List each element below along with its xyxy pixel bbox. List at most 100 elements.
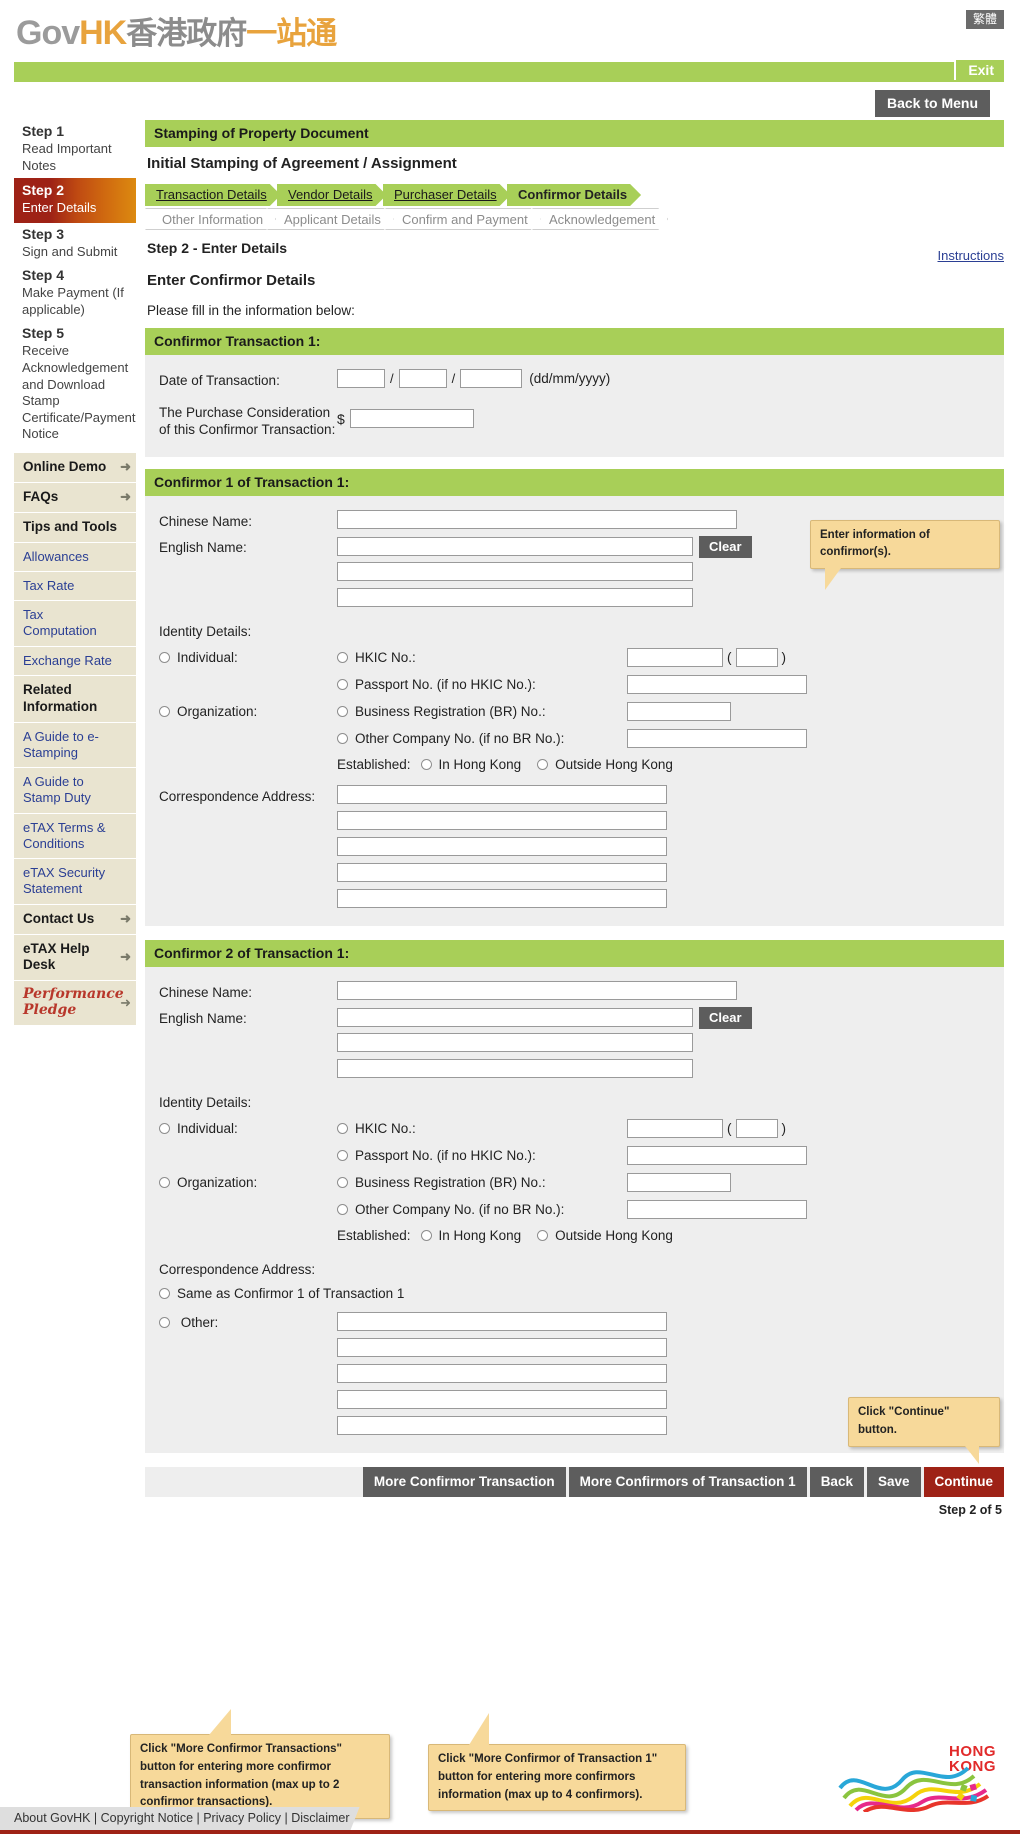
callout-confirmor-info: Enter information of confirmor(s). bbox=[810, 519, 1000, 591]
c2-address-input-5[interactable] bbox=[337, 1415, 667, 1435]
c1-address-input-4[interactable] bbox=[337, 862, 667, 882]
tab-confirmor-details[interactable]: Confirmor Details bbox=[507, 184, 641, 206]
back-button[interactable]: Back bbox=[809, 1466, 864, 1497]
tab-label: Purchaser Details bbox=[394, 187, 497, 202]
c2-individual-radio[interactable] bbox=[159, 1122, 170, 1134]
c2-other-address-label: Other: bbox=[180, 1314, 219, 1330]
c1-other-company-input[interactable] bbox=[627, 728, 807, 748]
c2-address-input-4[interactable] bbox=[337, 1389, 667, 1409]
sidebar-item-faqs[interactable]: FAQs ➜ bbox=[14, 482, 136, 513]
sidebar-item-a-guide-to-e-stamping[interactable]: A Guide to e-Stamping bbox=[14, 722, 136, 769]
tab-acknowledgement[interactable]: Acknowledgement bbox=[532, 208, 668, 230]
c1-br-radio[interactable] bbox=[337, 705, 348, 717]
c2-address-input-1[interactable] bbox=[337, 1311, 667, 1331]
arrow-right-icon: ➜ bbox=[120, 910, 131, 926]
sidebar-item-allowances[interactable]: Allowances bbox=[14, 542, 136, 572]
sidebar-item-tax-rate[interactable]: Tax Rate bbox=[14, 571, 136, 602]
c2-hkic-check-digit-input[interactable] bbox=[735, 1118, 778, 1138]
c2-other-company-input[interactable] bbox=[627, 1199, 807, 1219]
sidebar-item-related-information[interactable]: Related Information bbox=[14, 675, 136, 723]
c2-clear-button[interactable]: Clear bbox=[699, 1006, 752, 1029]
sidebar-item-exchange-rate[interactable]: Exchange Rate bbox=[14, 646, 136, 676]
c2-br-input[interactable] bbox=[627, 1172, 731, 1192]
purchase-consideration-label: The Purchase Consideration of this Confi… bbox=[159, 405, 336, 438]
c2-english-name-input-1[interactable] bbox=[337, 1008, 693, 1028]
c1-address-input-3[interactable] bbox=[337, 836, 667, 856]
purchase-consideration-input[interactable] bbox=[349, 409, 474, 428]
c2-passport-input[interactable] bbox=[627, 1145, 807, 1165]
sidebar-step-3[interactable]: Step 3 Sign and Submit bbox=[14, 223, 136, 265]
sidebar-step-1-title: Step 1 bbox=[22, 123, 65, 139]
c1-hkic-input[interactable] bbox=[627, 647, 723, 667]
c1-established-outside-hk-radio[interactable] bbox=[537, 758, 549, 770]
back-to-menu-button[interactable]: Back to Menu bbox=[874, 90, 990, 117]
c2-address-input-2[interactable] bbox=[337, 1337, 667, 1357]
c1-english-name-input-3[interactable] bbox=[337, 587, 693, 607]
tab-transaction-details[interactable]: Transaction Details bbox=[145, 184, 281, 206]
continue-button[interactable]: Continue bbox=[923, 1466, 1004, 1497]
c1-clear-button[interactable]: Clear bbox=[699, 535, 752, 558]
sidebar-step-2[interactable]: Step 2 Enter Details bbox=[14, 178, 136, 223]
date-year-input[interactable] bbox=[460, 369, 523, 388]
sidebar-step-4[interactable]: Step 4 Make Payment (If applicable) bbox=[14, 264, 136, 322]
c1-hkic-check-digit-input[interactable] bbox=[735, 647, 778, 667]
date-month-input[interactable] bbox=[398, 369, 447, 388]
sidebar-item-a-guide-to-stamp-duty[interactable]: A Guide to Stamp Duty bbox=[14, 768, 136, 814]
language-toggle-button[interactable]: 繁體 bbox=[965, 10, 1004, 29]
sidebar-item-etax-security-statement[interactable]: eTAX Security Statement bbox=[14, 859, 136, 905]
sidebar-item-tips-and-tools[interactable]: Tips and Tools bbox=[14, 512, 136, 543]
c1-individual-radio[interactable] bbox=[159, 651, 170, 663]
c1-address-input-5[interactable] bbox=[337, 888, 667, 908]
c2-chinese-name-input[interactable] bbox=[337, 980, 737, 1000]
sidebar-step-5[interactable]: Step 5 Receive Acknowledgement and Downlo… bbox=[14, 322, 136, 447]
c2-english-name-label: English Name: bbox=[159, 1010, 247, 1026]
c2-english-name-input-3[interactable] bbox=[337, 1058, 693, 1078]
sidebar-item-performance-pledge[interactable]: ➜ Performance Pledge bbox=[14, 981, 136, 1027]
c1-passport-input[interactable] bbox=[627, 674, 807, 694]
c1-passport-radio[interactable] bbox=[337, 678, 348, 690]
sidebar-item-online-demo[interactable]: Online Demo ➜ bbox=[14, 453, 136, 483]
c1-hkic-radio[interactable] bbox=[337, 651, 348, 663]
c1-other-company-radio[interactable] bbox=[337, 732, 348, 744]
save-button[interactable]: Save bbox=[866, 1466, 921, 1497]
tab-vendor-details[interactable]: Vendor Details bbox=[277, 184, 387, 206]
c2-english-name-input-2[interactable] bbox=[337, 1032, 693, 1052]
c1-established-in-hk-radio[interactable] bbox=[420, 758, 432, 770]
c2-other-company-radio[interactable] bbox=[337, 1203, 348, 1215]
tab-purchaser-details[interactable]: Purchaser Details bbox=[383, 184, 511, 206]
c2-established-in-hk-radio[interactable] bbox=[420, 1229, 432, 1241]
footer-links[interactable]: About GovHK | Copyright Notice | Privacy… bbox=[0, 1807, 360, 1830]
c2-identity-details-label: Identity Details: bbox=[159, 1094, 252, 1110]
c2-same-as-radio[interactable] bbox=[159, 1288, 170, 1300]
sidebar-item-tax-computation[interactable]: Tax Computation bbox=[14, 601, 136, 647]
c1-organization-radio[interactable] bbox=[159, 705, 170, 717]
more-confirmor-transaction-button[interactable]: More Confirmor Transaction bbox=[362, 1466, 566, 1497]
c1-chinese-name-input[interactable] bbox=[337, 509, 737, 529]
c2-passport-radio[interactable] bbox=[337, 1149, 348, 1161]
c2-br-radio[interactable] bbox=[337, 1176, 348, 1188]
c1-br-input[interactable] bbox=[627, 701, 731, 721]
c2-hkic-radio[interactable] bbox=[337, 1122, 348, 1134]
sidebar-item-etax-terms-conditions[interactable]: eTAX Terms & Conditions bbox=[14, 813, 136, 860]
c1-english-name-input-1[interactable] bbox=[337, 537, 693, 557]
c1-address-input-1[interactable] bbox=[337, 784, 667, 804]
sidebar-item-etax-help-desk[interactable]: eTAX Help Desk ➜ bbox=[14, 934, 136, 982]
logo-chinese-orange: 一站通 bbox=[246, 16, 337, 51]
sidebar-step-1[interactable]: Step 1 Read Important Notes bbox=[14, 120, 136, 178]
c2-organization-radio[interactable] bbox=[159, 1176, 170, 1188]
c2-address-input-3[interactable] bbox=[337, 1363, 667, 1383]
c1-address-input-2[interactable] bbox=[337, 810, 667, 830]
exit-button[interactable]: Exit bbox=[954, 60, 1004, 80]
paren-open: ( bbox=[727, 649, 732, 665]
instructions-link[interactable]: Instructions bbox=[938, 248, 1004, 263]
tab-other-information[interactable]: Other Information bbox=[145, 208, 276, 230]
date-day-input[interactable] bbox=[337, 369, 385, 388]
tab-confirm-and-payment[interactable]: Confirm and Payment bbox=[385, 208, 541, 230]
sidebar-item-contact-us[interactable]: Contact Us ➜ bbox=[14, 904, 136, 935]
c2-other-address-radio[interactable] bbox=[159, 1316, 170, 1328]
c2-hkic-input[interactable] bbox=[627, 1118, 723, 1138]
more-confirmors-of-transaction-button[interactable]: More Confirmors of Transaction 1 bbox=[568, 1466, 807, 1497]
c1-english-name-input-2[interactable] bbox=[337, 561, 693, 581]
tab-applicant-details[interactable]: Applicant Details bbox=[267, 208, 394, 230]
c2-established-outside-hk-radio[interactable] bbox=[537, 1229, 549, 1241]
